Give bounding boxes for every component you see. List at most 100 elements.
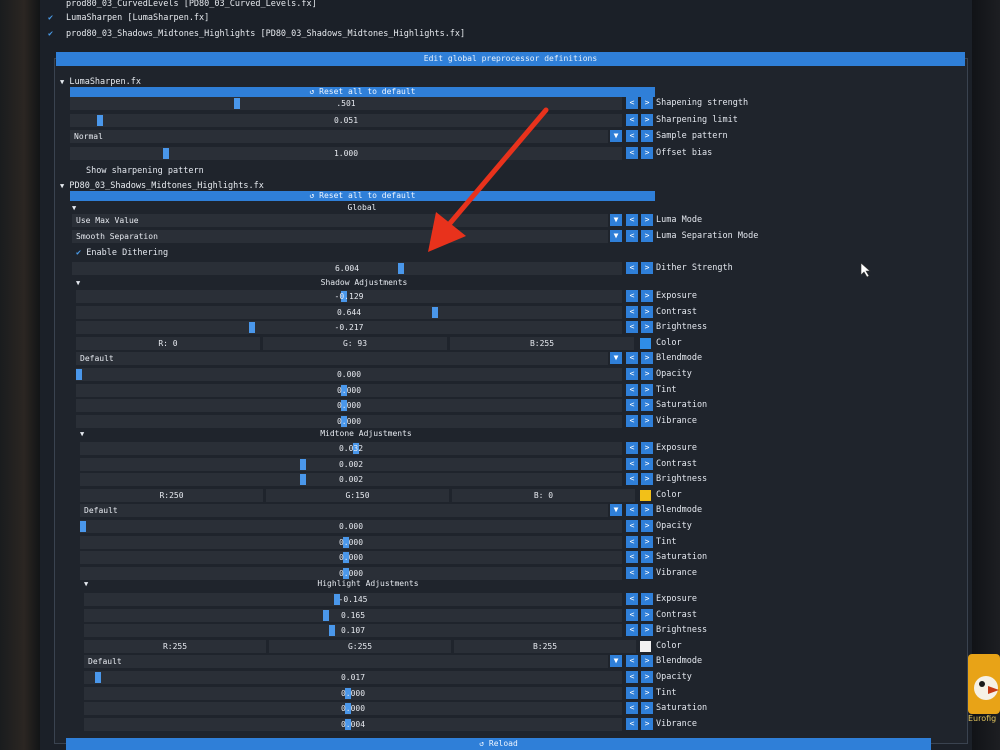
- shadow-color-swatch[interactable]: [640, 338, 651, 349]
- mid-vibrance-increment-button[interactable]: >: [641, 567, 653, 579]
- mid-blendmode-increment-button[interactable]: >: [641, 504, 653, 516]
- mid-tint-slider[interactable]: 0.000: [80, 536, 622, 549]
- dropdown-arrow-icon[interactable]: ▼: [610, 504, 622, 516]
- high-tint-decrement-button[interactable]: <: [626, 687, 638, 699]
- group-header-shadow[interactable]: ▼ Shadow Adjustments: [76, 278, 652, 288]
- high-exposure-slider[interactable]: -0.145: [84, 593, 622, 606]
- dither-strength-increment-button[interactable]: >: [641, 262, 653, 274]
- high-opacity-increment-button[interactable]: >: [641, 671, 653, 683]
- dropdown-arrow-icon[interactable]: ▼: [610, 655, 622, 667]
- high-saturation-increment-button[interactable]: >: [641, 702, 653, 714]
- enable-dithering-checkbox[interactable]: ✔ Enable Dithering: [76, 247, 168, 260]
- mid-saturation-slider[interactable]: 0.000: [80, 551, 622, 564]
- luma-mode-increment-button[interactable]: >: [641, 214, 653, 226]
- shadow-contrast-slider[interactable]: 0.644: [76, 306, 622, 319]
- shadow-contrast-decrement-button[interactable]: <: [626, 306, 638, 318]
- slider-handle[interactable]: [249, 322, 255, 333]
- slider-handle[interactable]: [97, 115, 103, 126]
- reset-button-luma[interactable]: ↺ Reset all to default: [70, 87, 655, 97]
- mid-blendmode-dropdown[interactable]: Default: [80, 504, 608, 517]
- shadow-opacity-decrement-button[interactable]: <: [626, 368, 638, 380]
- effect-item-pd80-smh[interactable]: ✔ prod80_03_Shadows_Midtones_Highlights […: [48, 27, 948, 41]
- effect-item-curvedlevels[interactable]: prod80_03_CurvedLevels [PD80_03_Curved_L…: [48, 0, 948, 11]
- slider-handle[interactable]: [300, 459, 306, 470]
- high-contrast-slider[interactable]: 0.165: [84, 609, 622, 622]
- high-saturation-decrement-button[interactable]: <: [626, 702, 638, 714]
- shadow-vibrance-slider[interactable]: 0.000: [76, 415, 622, 428]
- mid-contrast-decrement-button[interactable]: <: [626, 458, 638, 470]
- high-exposure-increment-button[interactable]: >: [641, 593, 653, 605]
- show-sharpening-pattern-checkbox[interactable]: Show sharpening pattern: [86, 165, 204, 178]
- mid-contrast-increment-button[interactable]: >: [641, 458, 653, 470]
- reload-button[interactable]: ↺ Reload: [66, 738, 931, 750]
- high-vibrance-decrement-button[interactable]: <: [626, 718, 638, 730]
- shadow-tint-slider[interactable]: 0.000: [76, 384, 622, 397]
- shadow-saturation-slider[interactable]: 0.000: [76, 399, 622, 412]
- offset-bias-increment-button[interactable]: >: [641, 147, 653, 159]
- mid-exposure-increment-button[interactable]: >: [641, 442, 653, 454]
- mid-color-swatch[interactable]: [640, 490, 651, 501]
- mid-tint-decrement-button[interactable]: <: [626, 536, 638, 548]
- high-color-r-field[interactable]: R:255: [84, 640, 266, 653]
- mid-color-b-field[interactable]: B: 0: [452, 489, 635, 502]
- slider-handle[interactable]: [432, 307, 438, 318]
- shadow-brightness-slider[interactable]: -0.217: [76, 321, 622, 334]
- shadow-blendmode-decrement-button[interactable]: <: [626, 352, 638, 364]
- mid-color-g-field[interactable]: G:150: [266, 489, 449, 502]
- dropdown-arrow-icon[interactable]: ▼: [610, 352, 622, 364]
- dropdown-arrow-icon[interactable]: ▼: [610, 130, 622, 142]
- luma-mode-decrement-button[interactable]: <: [626, 214, 638, 226]
- sharpening-strength-decrement-button[interactable]: <: [626, 97, 638, 109]
- sharpening-limit-increment-button[interactable]: >: [641, 114, 653, 126]
- sample-pattern-increment-button[interactable]: >: [641, 130, 653, 142]
- slider-handle[interactable]: [329, 625, 335, 636]
- sharpening-strength-increment-button[interactable]: >: [641, 97, 653, 109]
- dropdown-arrow-icon[interactable]: ▼: [610, 230, 622, 242]
- shadow-blendmode-dropdown[interactable]: Default: [76, 352, 608, 365]
- shadow-opacity-slider[interactable]: 0.000: [76, 368, 622, 381]
- high-saturation-slider[interactable]: 0.000: [84, 702, 622, 715]
- sharpening-limit-decrement-button[interactable]: <: [626, 114, 638, 126]
- check-icon[interactable]: ✔: [48, 27, 66, 41]
- slider-handle[interactable]: [300, 474, 306, 485]
- luma-separation-mode-increment-button[interactable]: >: [641, 230, 653, 242]
- shadow-saturation-increment-button[interactable]: >: [641, 399, 653, 411]
- shadow-color-r-field[interactable]: R: 0: [76, 337, 260, 350]
- shadow-saturation-decrement-button[interactable]: <: [626, 399, 638, 411]
- mid-brightness-decrement-button[interactable]: <: [626, 473, 638, 485]
- group-header-global[interactable]: ▼ Global: [72, 203, 652, 213]
- shadow-brightness-decrement-button[interactable]: <: [626, 321, 638, 333]
- high-vibrance-increment-button[interactable]: >: [641, 718, 653, 730]
- mid-tint-increment-button[interactable]: >: [641, 536, 653, 548]
- slider-handle[interactable]: [323, 610, 329, 621]
- high-tint-increment-button[interactable]: >: [641, 687, 653, 699]
- shadow-tint-decrement-button[interactable]: <: [626, 384, 638, 396]
- effect-item-lumasharpen[interactable]: ✔ LumaSharpen [LumaSharpen.fx]: [48, 11, 948, 25]
- shadow-vibrance-increment-button[interactable]: >: [641, 415, 653, 427]
- check-icon[interactable]: ✔: [48, 11, 66, 25]
- dropdown-arrow-icon[interactable]: ▼: [610, 214, 622, 226]
- mid-brightness-slider[interactable]: 0.002: [80, 473, 622, 486]
- mid-vibrance-decrement-button[interactable]: <: [626, 567, 638, 579]
- slider-handle[interactable]: [76, 369, 82, 380]
- mid-contrast-slider[interactable]: 0.002: [80, 458, 622, 471]
- sample-pattern-decrement-button[interactable]: <: [626, 130, 638, 142]
- high-tint-slider[interactable]: 0.000: [84, 687, 622, 700]
- shadow-contrast-increment-button[interactable]: >: [641, 306, 653, 318]
- mid-exposure-slider[interactable]: 0.032: [80, 442, 622, 455]
- shadow-exposure-increment-button[interactable]: >: [641, 290, 653, 302]
- dither-strength-decrement-button[interactable]: <: [626, 262, 638, 274]
- slider-handle[interactable]: [163, 148, 169, 159]
- high-color-swatch[interactable]: [640, 641, 651, 652]
- mid-exposure-decrement-button[interactable]: <: [626, 442, 638, 454]
- slider-handle[interactable]: [234, 98, 240, 109]
- shadow-brightness-increment-button[interactable]: >: [641, 321, 653, 333]
- group-header-highlight[interactable]: ▼ Highlight Adjustments: [84, 579, 652, 589]
- shadow-vibrance-decrement-button[interactable]: <: [626, 415, 638, 427]
- reset-button-pd80[interactable]: ↺ Reset all to default: [70, 191, 655, 201]
- shadow-opacity-increment-button[interactable]: >: [641, 368, 653, 380]
- high-color-g-field[interactable]: G:255: [269, 640, 451, 653]
- high-blendmode-dropdown[interactable]: Default: [84, 655, 608, 668]
- high-opacity-slider[interactable]: 0.017: [84, 671, 622, 684]
- mid-opacity-decrement-button[interactable]: <: [626, 520, 638, 532]
